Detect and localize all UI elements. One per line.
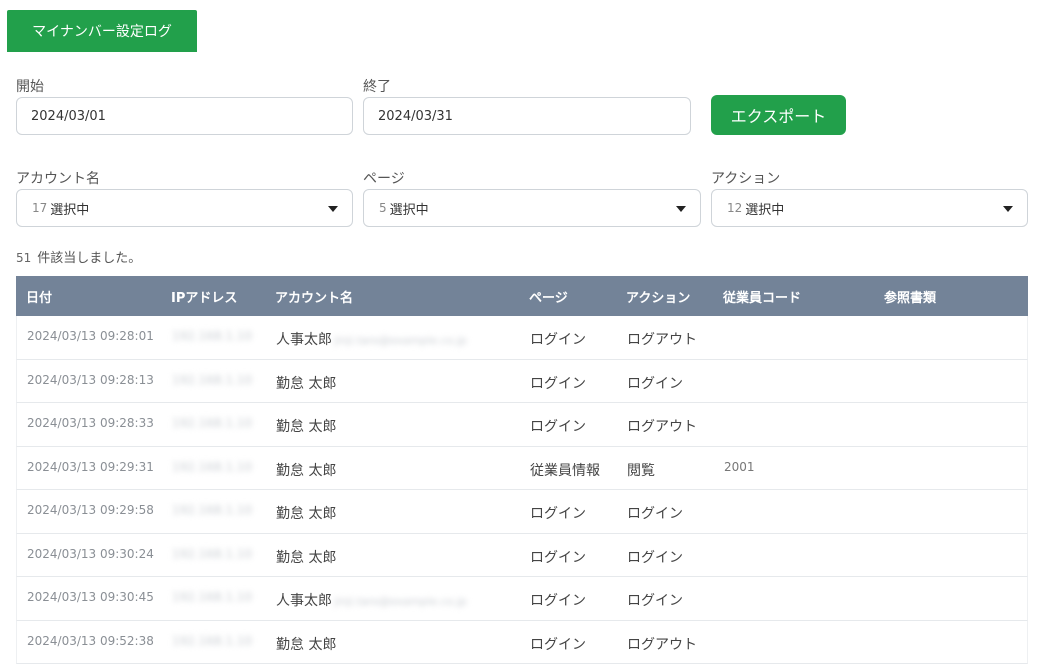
row-page: ログイン [530, 373, 586, 393]
row-ip-address: 192.168.1.10 [172, 373, 252, 387]
row-date: 2024/03/13 09:28:01 [27, 329, 154, 343]
page-select[interactable]: 5 選択中 [363, 189, 701, 227]
table-row: 2024/03/13 09:30:24 192.168.1.10 勤怠 太郎 ログイン… [16, 534, 1028, 578]
action-filter-label: アクション [711, 168, 780, 188]
page-filter-label: ページ [363, 168, 405, 188]
row-account: 人事太郎jinji.taro@example.co.jp [276, 329, 467, 349]
row-date: 2024/03/13 09:28:33 [27, 416, 154, 430]
row-ip-address: 192.168.1.10 [172, 547, 252, 561]
row-page: ログイン [530, 503, 586, 523]
result-count-number: 51 [16, 251, 31, 265]
row-account-name: 勤怠 太郎 [276, 506, 336, 522]
tab-label: マイナンバー設定ログ [32, 21, 172, 41]
account-select[interactable]: 17 選択中 [16, 189, 353, 227]
start-date-value: 2024/03/01 [31, 109, 106, 124]
action-selected-text: 選択中 [745, 199, 784, 218]
row-action: ログイン [627, 503, 683, 523]
start-date-label: 開始 [16, 76, 44, 96]
row-date: 2024/03/13 09:52:38 [27, 634, 154, 648]
account-selected-count: 17 [32, 201, 47, 215]
caret-down-icon [1003, 206, 1013, 212]
header-action: アクション [626, 287, 690, 306]
table-row: 2024/03/13 09:28:13 192.168.1.10 勤怠 太郎 ログイン… [16, 360, 1028, 404]
row-account: 人事太郎jinji.taro@example.co.jp [276, 590, 467, 610]
export-button-label: エクスポート [731, 103, 827, 127]
row-account-name: 人事太郎 [276, 332, 332, 348]
caret-down-icon [676, 206, 686, 212]
row-page: ログイン [530, 547, 586, 567]
end-date-label: 終了 [363, 76, 391, 96]
account-selected-text: 選択中 [50, 199, 89, 218]
row-account: 勤怠 太郎 [276, 416, 336, 436]
header-ip: IPアドレス [171, 287, 237, 306]
start-date-field[interactable]: 2024/03/01 [16, 97, 353, 135]
row-page: ログイン [530, 634, 586, 654]
table-row: 2024/03/13 09:28:33 192.168.1.10 勤怠 太郎 ログイン… [16, 403, 1028, 447]
row-ip-address: 192.168.1.10 [172, 590, 252, 604]
row-date: 2024/03/13 09:30:45 [27, 590, 154, 604]
caret-down-icon [328, 206, 338, 212]
row-account: 勤怠 太郎 [276, 634, 336, 654]
header-employee-code: 従業員コード [723, 287, 801, 306]
table-row: 2024/03/13 09:29:31 192.168.1.10 勤怠 太郎 従業員情… [16, 447, 1028, 491]
row-action: ログイン [627, 373, 683, 393]
row-page: ログイン [530, 416, 586, 436]
end-date-field[interactable]: 2024/03/31 [363, 97, 691, 135]
log-table: 日付 IPアドレス アカウント名 ページ アクション 従業員コード 参照書類 2… [16, 276, 1028, 664]
row-account-email: jinji.taro@example.co.jp [334, 595, 467, 608]
account-filter-label: アカウント名 [16, 168, 100, 188]
row-ip-address: 192.168.1.10 [172, 460, 252, 474]
row-account: 勤怠 太郎 [276, 547, 336, 567]
row-account: 勤怠 太郎 [276, 373, 336, 393]
row-account-name: 勤怠 太郎 [276, 463, 336, 479]
page-selected-count: 5 [379, 201, 387, 215]
table-header: 日付 IPアドレス アカウント名 ページ アクション 従業員コード 参照書類 [16, 276, 1028, 316]
row-ip-address: 192.168.1.10 [172, 416, 252, 430]
row-ip-address: 192.168.1.10 [172, 634, 252, 648]
row-date: 2024/03/13 09:30:24 [27, 547, 154, 561]
row-ip-address: 192.168.1.10 [172, 503, 252, 517]
row-account: 勤怠 太郎 [276, 460, 336, 480]
table-row: 2024/03/13 09:52:38 192.168.1.10 勤怠 太郎 ログイン… [16, 621, 1028, 664]
row-action: ログイン [627, 590, 683, 610]
table-body: 2024/03/13 09:28:01192.168.1.10人事太郎jinji… [16, 316, 1028, 664]
header-account: アカウント名 [275, 287, 353, 306]
row-page: ログイン [530, 329, 586, 349]
row-date: 2024/03/13 09:29:58 [27, 503, 154, 517]
row-date: 2024/03/13 09:29:31 [27, 460, 154, 474]
header-reference-docs: 参照書類 [884, 287, 936, 306]
row-account-name: 勤怠 太郎 [276, 550, 336, 566]
row-account-email: jinji.taro@example.co.jp [334, 334, 467, 347]
row-action: ログイン [627, 547, 683, 567]
row-action: ログアウト [627, 634, 697, 654]
table-row: 2024/03/13 09:28:01 192.168.1.10 人事太郎jinji… [16, 316, 1028, 360]
row-page: 従業員情報 [530, 460, 600, 480]
row-date: 2024/03/13 09:28:13 [27, 373, 154, 387]
table-row: 2024/03/13 09:29:58 192.168.1.10 勤怠 太郎 ログイン… [16, 490, 1028, 534]
row-ip-address: 192.168.1.10 [172, 329, 252, 343]
tab-my-number-log[interactable]: マイナンバー設定ログ [7, 10, 197, 52]
row-account-name: 勤怠 太郎 [276, 376, 336, 392]
export-button[interactable]: エクスポート [711, 95, 846, 135]
row-account-name: 人事太郎 [276, 593, 332, 609]
result-count-text: 件該当しました。 [37, 251, 141, 266]
row-action: 閲覧 [627, 460, 655, 480]
action-selected-count: 12 [727, 201, 742, 215]
action-select[interactable]: 12 選択中 [711, 189, 1028, 227]
row-account-name: 勤怠 太郎 [276, 419, 336, 435]
row-action: ログアウト [627, 329, 697, 349]
row-account: 勤怠 太郎 [276, 503, 336, 523]
result-count: 51 件該当しました。 [16, 247, 141, 266]
header-date: 日付 [26, 287, 52, 306]
row-employee-code: 2001 [724, 460, 755, 474]
row-page: ログイン [530, 590, 586, 610]
page-selected-text: 選択中 [390, 199, 429, 218]
end-date-value: 2024/03/31 [378, 109, 453, 124]
row-account-name: 勤怠 太郎 [276, 637, 336, 653]
table-row: 2024/03/13 09:30:45 192.168.1.10 人事太郎jinji… [16, 577, 1028, 621]
header-page: ページ [529, 287, 568, 306]
row-action: ログアウト [627, 416, 697, 436]
